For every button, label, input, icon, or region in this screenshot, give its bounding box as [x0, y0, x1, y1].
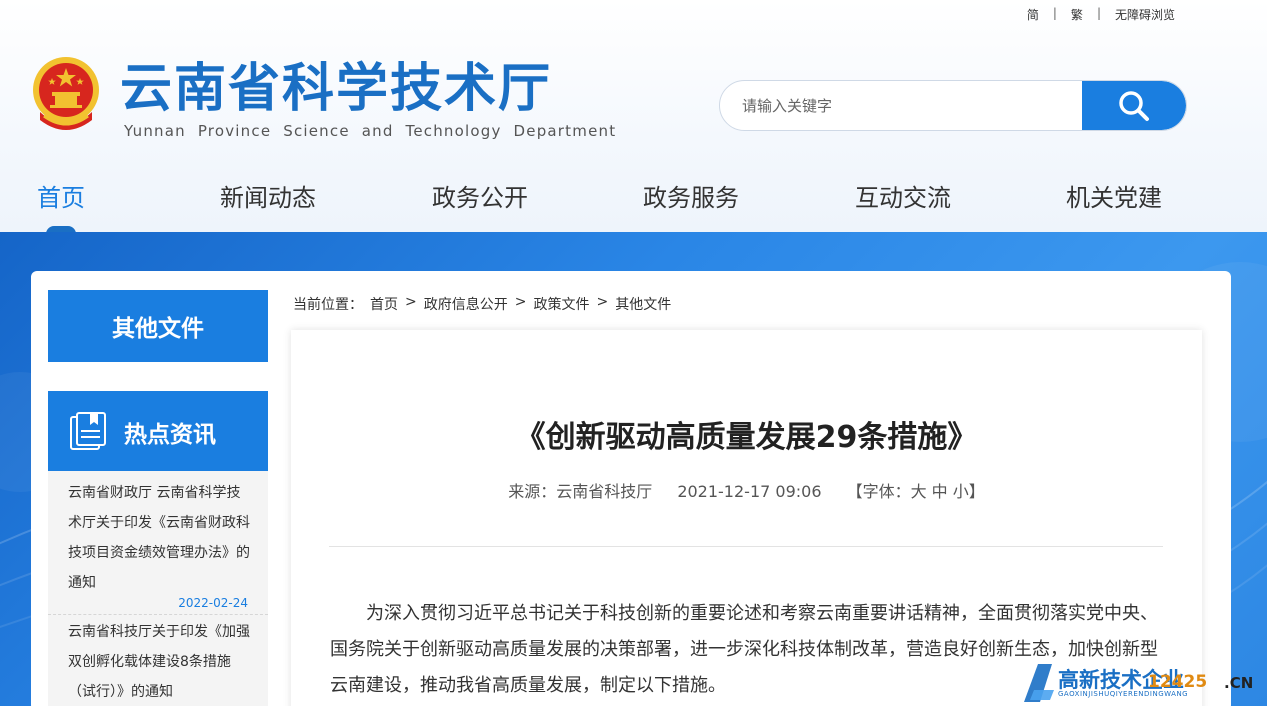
article-datetime: 2021-12-17 09:06: [677, 482, 822, 501]
breadcrumb-separator: >: [405, 294, 417, 310]
list-item-date: 2022-02-24: [178, 596, 248, 610]
separator: |: [1096, 6, 1101, 20]
breadcrumb-other-files[interactable]: 其他文件: [615, 294, 671, 314]
hot-news-header: 热点资讯: [48, 391, 268, 471]
separator: |: [1052, 6, 1057, 20]
simplified-chinese-link[interactable]: 简: [1027, 6, 1039, 23]
divider: [48, 614, 268, 615]
list-item[interactable]: 云南省科技厅关于印发《加强双创孵化载体建设8条措施（试行）》的通知: [68, 617, 254, 706]
nav-item-party-building[interactable]: 机关党建: [1066, 178, 1162, 213]
top-links: 简 | 繁 | 无障碍浏览: [1027, 6, 1175, 23]
search-icon: [1119, 90, 1149, 121]
article: 《创新驱动高质量发展29条措施》 来源：云南省科技厅 2021-12-17 09…: [291, 330, 1202, 706]
search-button[interactable]: [1082, 81, 1186, 130]
traditional-chinese-link[interactable]: 繁: [1071, 6, 1083, 23]
breadcrumb-home[interactable]: 首页: [370, 294, 398, 314]
breadcrumb: 当前位置： 首页 > 政府信息公开 > 政策文件 > 其他文件: [293, 294, 671, 314]
accessibility-link[interactable]: 无障碍浏览: [1115, 6, 1175, 23]
article-meta: 来源：云南省科技厅 2021-12-17 09:06 【字体：大 中 小】: [291, 478, 1202, 502]
breadcrumb-prefix: 当前位置：: [293, 297, 363, 313]
breadcrumb-gov-info[interactable]: 政府信息公开: [424, 294, 508, 314]
document-list-icon: [70, 412, 106, 450]
breadcrumb-separator: >: [514, 294, 527, 310]
site-title[interactable]: 云南省科学技术厅: [120, 58, 552, 120]
nav-item-news[interactable]: 新闻动态: [220, 178, 316, 213]
breadcrumb-separator: >: [596, 294, 609, 310]
nav-item-interaction[interactable]: 互动交流: [855, 178, 951, 213]
breadcrumb-policy-files[interactable]: 政策文件: [533, 294, 589, 314]
hot-news-list: 云南省财政厅 云南省科学技术厅关于印发《云南省财政科技项目资金绩效管理办法》的通…: [48, 471, 268, 706]
watermark-number: 12425: [1148, 672, 1208, 692]
article-source: 来源：云南省科技厅: [508, 482, 653, 501]
watermark-subtext: GAOXINJISHUQIYERENDINGWANG: [1058, 690, 1189, 698]
main-nav: 首页 新闻动态 政务公开 政务服务 互动交流 机关党建: [0, 170, 1267, 220]
search-box: [719, 80, 1187, 131]
divider: [329, 546, 1163, 547]
hot-news-title: 热点资讯: [124, 421, 216, 448]
section-title[interactable]: 其他文件: [48, 290, 268, 362]
article-title: 《创新驱动高质量发展29条措施》: [515, 420, 978, 455]
site-header: 简 | 繁 | 无障碍浏览 云南省科学技术厅 Yunnan Province S…: [0, 0, 1267, 232]
nav-item-government-services[interactable]: 政务服务: [643, 178, 739, 213]
national-emblem-icon: [33, 57, 99, 130]
watermark-tld: .CN: [1224, 674, 1254, 692]
font-size-control[interactable]: 【字体：大 中 小】: [847, 482, 985, 501]
nav-item-home[interactable]: 首页: [37, 178, 85, 213]
search-input[interactable]: [720, 81, 1082, 130]
site-subtitle: Yunnan Province Science and Technology D…: [124, 122, 617, 140]
list-item[interactable]: 云南省财政厅 云南省科学技术厅关于印发《云南省财政科技项目资金绩效管理办法》的通…: [68, 478, 254, 598]
nav-item-government-affairs[interactable]: 政务公开: [432, 178, 528, 213]
